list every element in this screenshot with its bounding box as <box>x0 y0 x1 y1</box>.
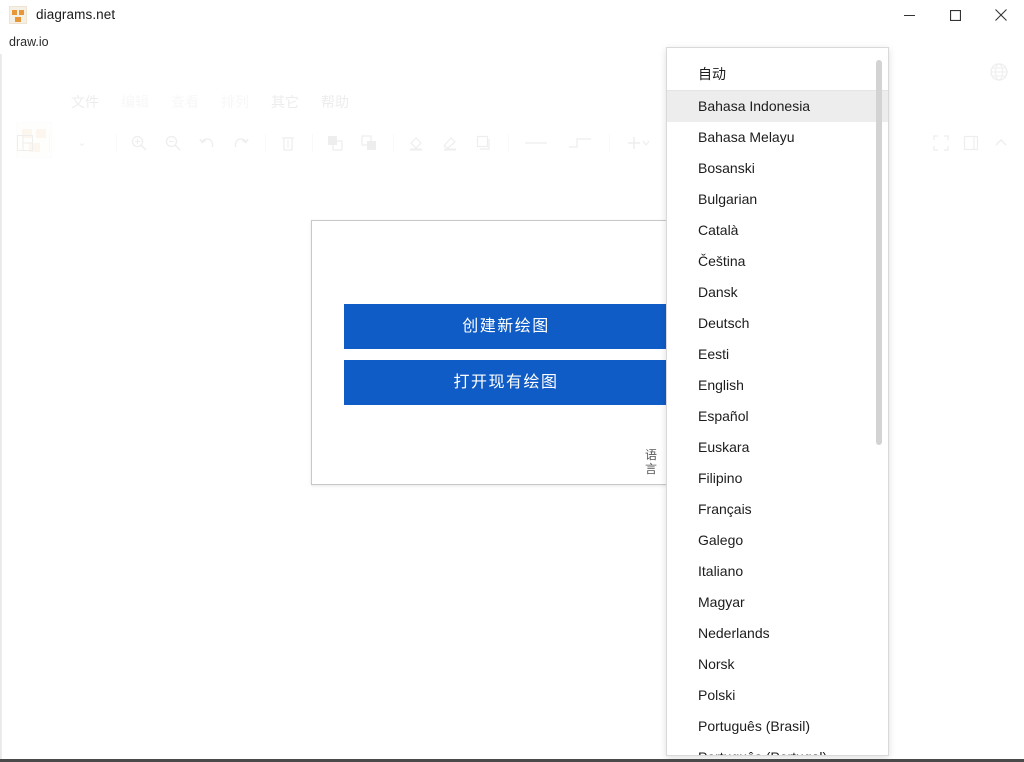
format-panel-icon[interactable] <box>961 133 981 153</box>
zoom-in-icon[interactable] <box>129 133 149 153</box>
menu-item-help[interactable]: 帮助 <box>321 92 349 112</box>
language-option-norsk[interactable]: Norsk <box>667 649 888 680</box>
language-option-english[interactable]: English <box>667 370 888 401</box>
redo-icon[interactable] <box>231 133 251 153</box>
connection-icon[interactable] <box>521 133 551 153</box>
title-bar-left: diagrams.net <box>0 0 886 30</box>
title-bar: diagrams.net <box>0 0 1024 30</box>
insert-icon[interactable] <box>622 133 652 153</box>
close-icon[interactable] <box>978 0 1024 30</box>
language-option-polski[interactable]: Polski <box>667 680 888 711</box>
toolbar-separator <box>312 134 313 152</box>
open-existing-diagram-button[interactable]: 打开现有绘图 <box>344 360 666 405</box>
maximize-icon[interactable] <box>932 0 978 30</box>
language-option-auto[interactable]: 自动 <box>667 48 888 90</box>
language-option-catala[interactable]: Català <box>667 215 888 246</box>
menu-item-arrange[interactable]: 排列 <box>221 92 249 112</box>
undo-icon[interactable] <box>197 133 217 153</box>
fill-color-icon[interactable] <box>406 133 426 153</box>
zoom-percent-icon[interactable]: ⌄ <box>62 133 102 153</box>
fullscreen-icon[interactable] <box>931 133 951 153</box>
language-option-espanol[interactable]: Español <box>667 401 888 432</box>
globe-icon[interactable] <box>989 62 1009 82</box>
language-option-bulgarian[interactable]: Bulgarian <box>667 184 888 215</box>
language-option-dansk[interactable]: Dansk <box>667 277 888 308</box>
menu-bar: 文件 编辑 查看 排列 其它 帮助 <box>71 92 349 112</box>
language-option-nederlands[interactable]: Nederlands <box>667 618 888 649</box>
toolbar-separator <box>116 134 117 152</box>
zoom-out-icon[interactable] <box>163 133 183 153</box>
dropdown-scrollbar-track[interactable] <box>876 52 885 752</box>
shadow-icon[interactable] <box>474 133 494 153</box>
language-option-galego[interactable]: Galego <box>667 525 888 556</box>
language-option-bahasa-indonesia[interactable]: Bahasa Indonesia <box>667 91 888 122</box>
splash-buttons-group: 创建新绘图 打开现有绘图 <box>344 304 666 416</box>
toolbar-separator <box>609 134 610 152</box>
toolbar-separator <box>49 134 50 152</box>
language-option-cestina[interactable]: Čeština <box>667 246 888 277</box>
language-option-portugues-brasil[interactable]: Português (Brasil) <box>667 711 888 742</box>
minimize-icon[interactable] <box>886 0 932 30</box>
language-option-bahasa-melayu[interactable]: Bahasa Melayu <box>667 122 888 153</box>
toolbar-separator <box>265 134 266 152</box>
language-dropdown-menu[interactable]: 自动 Bahasa Indonesia Bahasa Melayu Bosans… <box>666 47 889 756</box>
language-option-francais[interactable]: Français <box>667 494 888 525</box>
menu-item-extras[interactable]: 其它 <box>271 92 299 112</box>
panels-toggle-icon[interactable] <box>15 133 35 153</box>
language-option-portugues-portugal[interactable]: Português (Portugal) <box>667 742 888 755</box>
create-new-diagram-button[interactable]: 创建新绘图 <box>344 304 666 349</box>
window-title: diagrams.net <box>36 7 116 22</box>
to-front-icon[interactable] <box>325 133 345 153</box>
delete-icon[interactable] <box>278 133 298 153</box>
window-controls <box>886 0 1024 30</box>
menu-item-edit[interactable]: 编辑 <box>121 92 149 112</box>
menu-item-view[interactable]: 查看 <box>171 92 199 112</box>
language-option-magyar[interactable]: Magyar <box>667 587 888 618</box>
application-window: diagrams.net draw.io 文件 编辑 查看 排列 其它 帮助 ⌄… <box>0 0 1024 762</box>
collapse-icon[interactable] <box>991 133 1011 153</box>
toolbar-separator <box>508 134 509 152</box>
language-list[interactable]: 自动 Bahasa Indonesia Bahasa Melayu Bosans… <box>667 48 888 755</box>
language-option-bosanski[interactable]: Bosanski <box>667 153 888 184</box>
diagrams-net-logo-icon <box>9 6 27 24</box>
line-color-icon[interactable] <box>440 133 460 153</box>
menu-item-file[interactable]: 文件 <box>71 92 99 112</box>
waypoints-icon[interactable] <box>565 133 595 153</box>
splash-dialog: 创建新绘图 打开现有绘图 语言 <box>311 220 667 485</box>
language-option-eesti[interactable]: Eesti <box>667 339 888 370</box>
dropdown-scrollbar-thumb[interactable] <box>876 60 882 445</box>
language-option-italiano[interactable]: Italiano <box>667 556 888 587</box>
language-option-filipino[interactable]: Filipino <box>667 463 888 494</box>
toolbar-right-group <box>931 126 1011 160</box>
language-option-deutsch[interactable]: Deutsch <box>667 308 888 339</box>
document-tab-label[interactable]: draw.io <box>9 35 49 49</box>
language-label[interactable]: 语言 <box>643 448 659 476</box>
to-back-icon[interactable] <box>359 133 379 153</box>
toolbar-separator <box>393 134 394 152</box>
language-option-euskara[interactable]: Euskara <box>667 432 888 463</box>
